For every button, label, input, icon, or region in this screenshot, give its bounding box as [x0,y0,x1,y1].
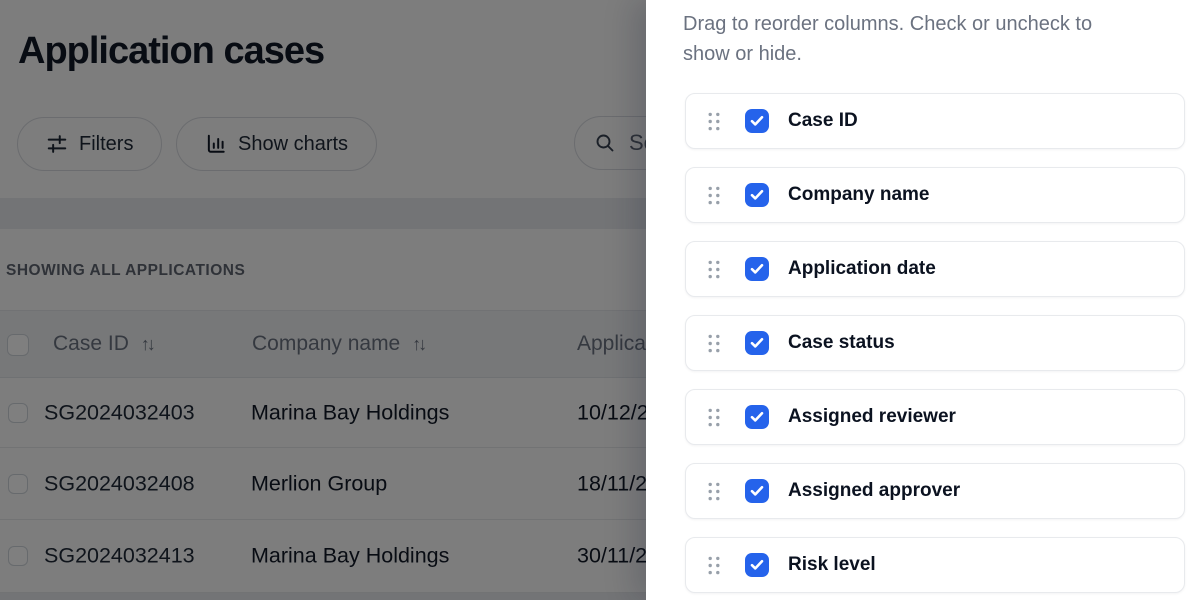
column-checkbox-checked[interactable] [745,331,769,355]
column-toggle-label: Case ID [788,110,858,132]
column-settings-panel: Drag to reorder columns. Check or unchec… [646,0,1200,600]
column-toggle-label: Company name [788,184,929,206]
column-checkbox-checked[interactable] [745,405,769,429]
drag-handle-icon[interactable] [708,482,720,501]
column-checkbox-checked[interactable] [745,109,769,133]
drag-handle-icon[interactable] [708,408,720,427]
column-toggle-list: Case ID Company name [685,93,1185,600]
drag-handle-icon[interactable] [708,260,720,279]
drag-handle-icon[interactable] [708,112,720,131]
overlay-scrim[interactable] [0,0,648,600]
panel-description: Drag to reorder columns. Check or unchec… [683,9,1123,69]
column-toggle-item[interactable]: Company name [685,167,1185,223]
column-toggle-label: Assigned approver [788,480,960,502]
drag-handle-icon[interactable] [708,334,720,353]
column-toggle-label: Case status [788,332,895,354]
column-toggle-item[interactable]: Assigned approver [685,463,1185,519]
column-toggle-label: Application date [788,258,936,280]
column-checkbox-checked[interactable] [745,257,769,281]
column-checkbox-checked[interactable] [745,183,769,207]
column-toggle-label: Assigned reviewer [788,406,956,428]
column-toggle-item[interactable]: Case ID [685,93,1185,149]
column-checkbox-checked[interactable] [745,553,769,577]
drag-handle-icon[interactable] [708,186,720,205]
application-cases-screen: Application cases Filters [0,0,1200,600]
column-checkbox-checked[interactable] [745,479,769,503]
column-toggle-item[interactable]: Assigned reviewer [685,389,1185,445]
column-toggle-label: Risk level [788,554,876,576]
drag-handle-icon[interactable] [708,556,720,575]
column-toggle-item[interactable]: Risk level [685,537,1185,593]
column-toggle-item[interactable]: Case status [685,315,1185,371]
column-toggle-item[interactable]: Application date [685,241,1185,297]
